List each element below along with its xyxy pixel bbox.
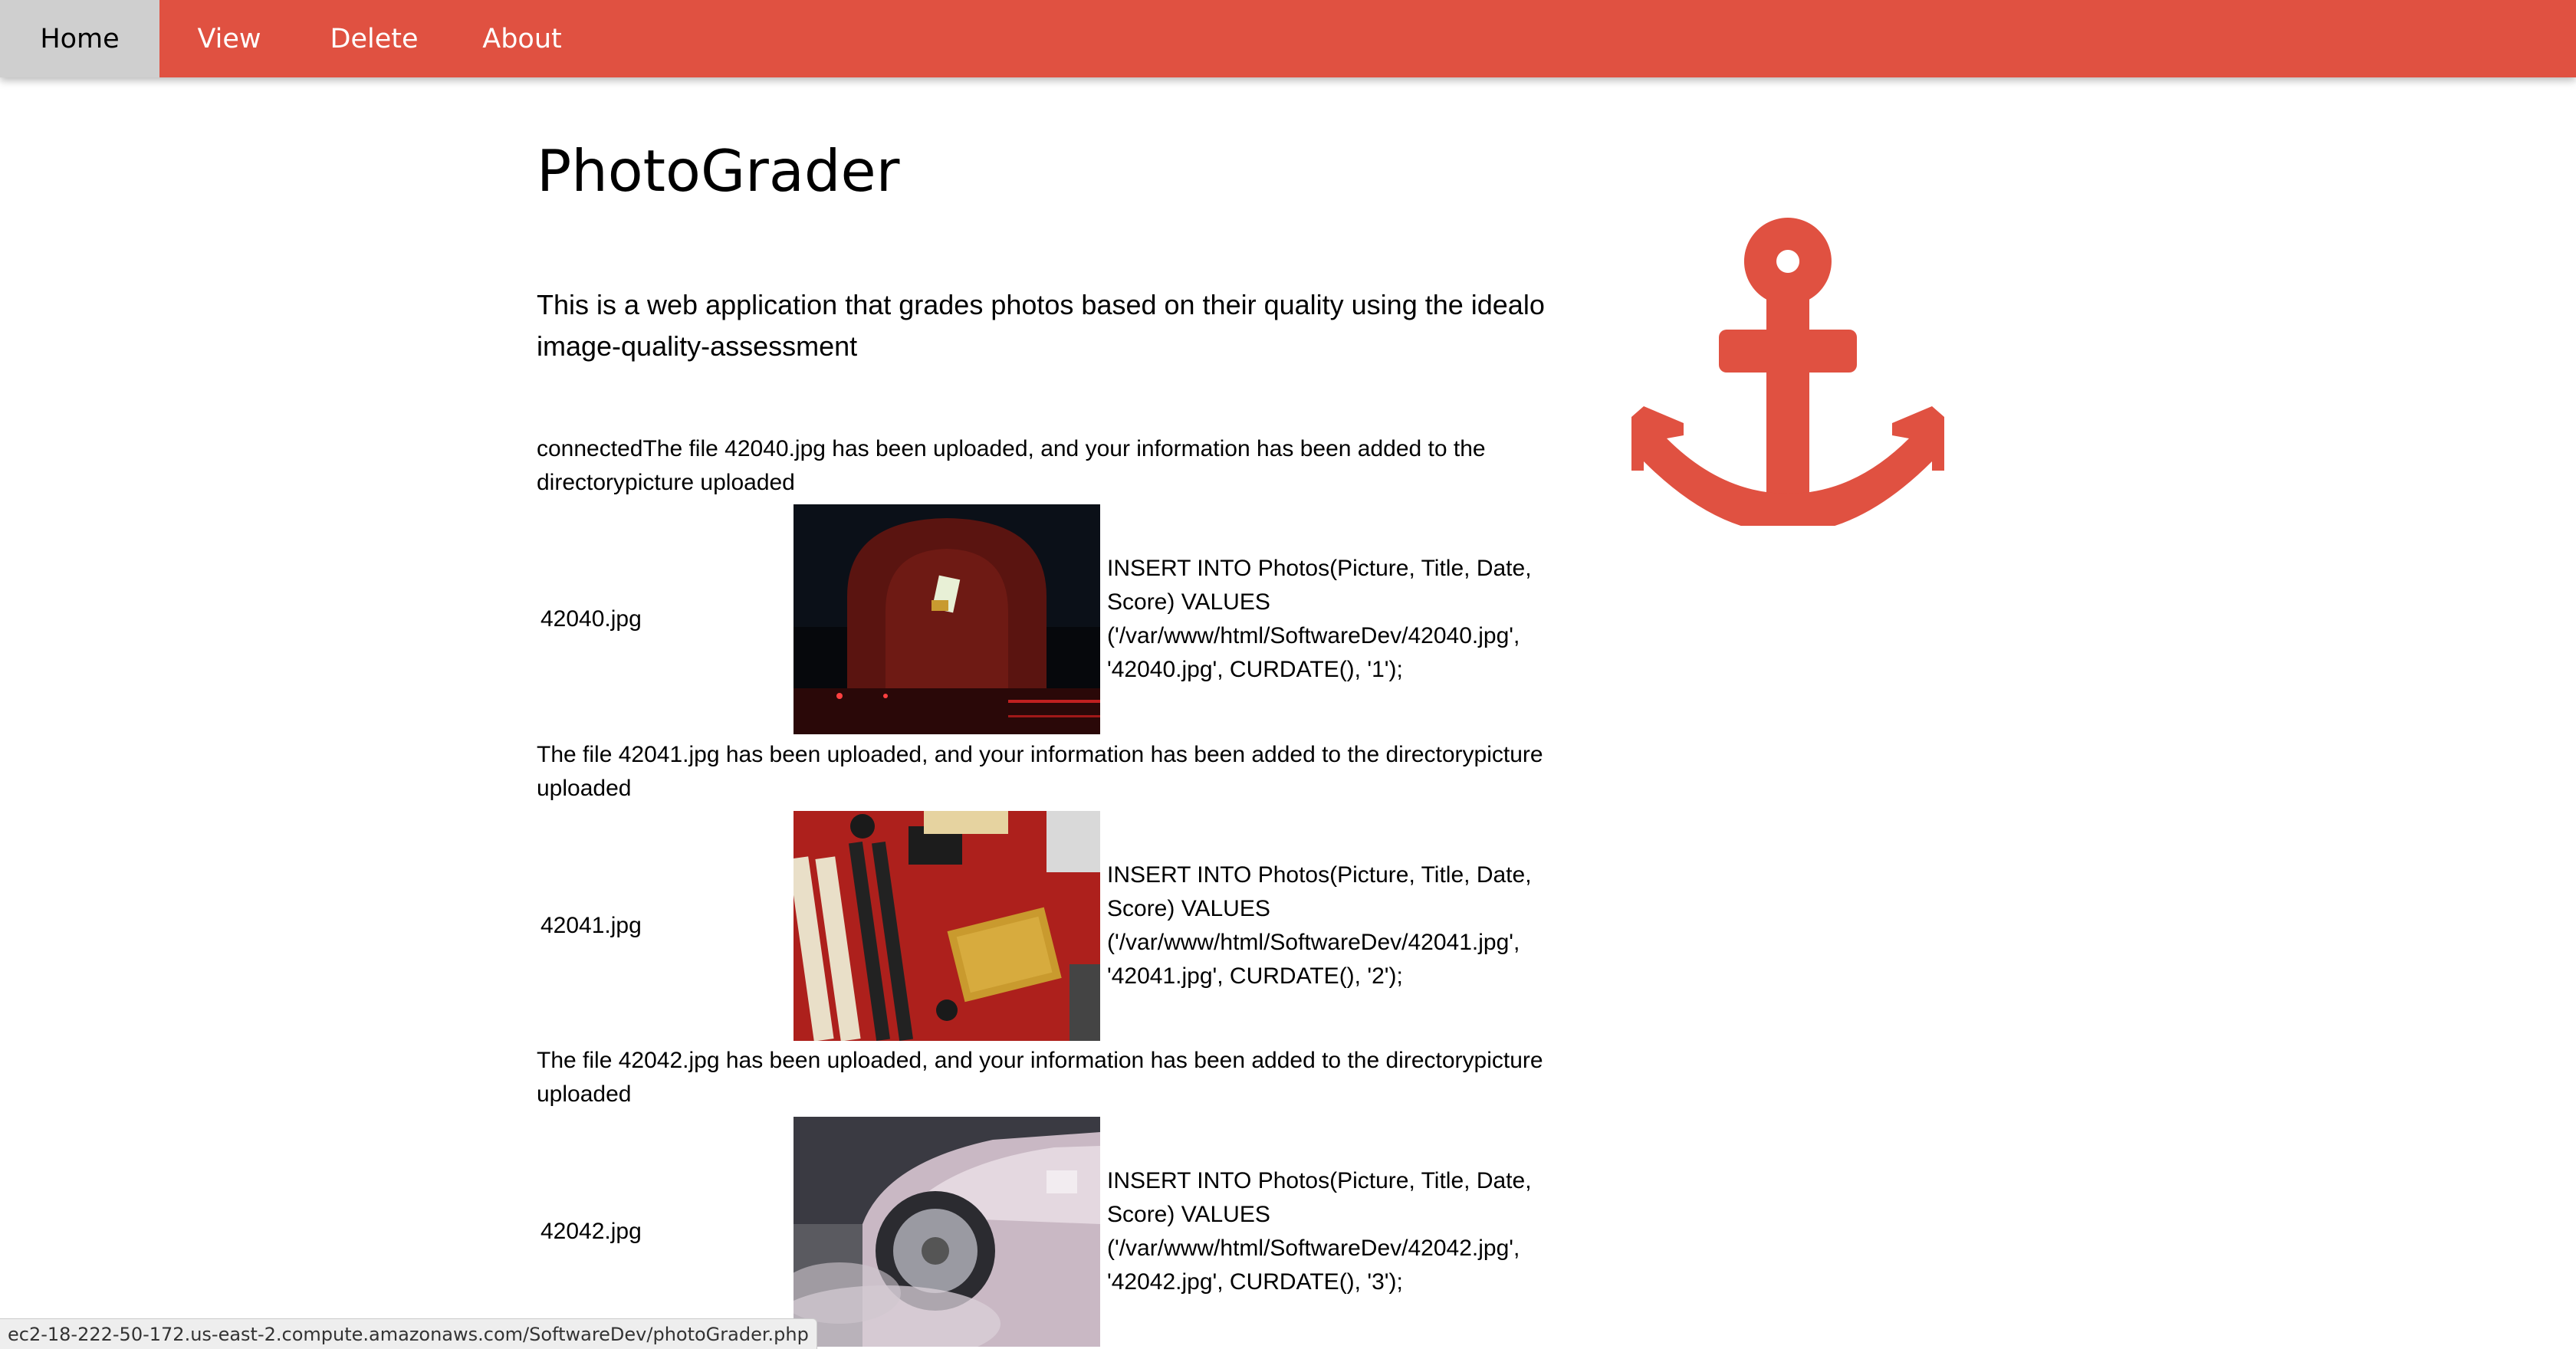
photo-row: 42040.jpg INSERT INTO Photos(Picture, Ti… <box>537 504 1564 734</box>
upload-message: connectedThe file 42040.jpg has been upl… <box>537 436 1486 495</box>
nav-home[interactable]: Home <box>0 0 159 77</box>
photo-thumbnail <box>794 1117 1100 1347</box>
nav-view[interactable]: View <box>159 0 299 77</box>
sql-line: INSERT INTO Photos(Picture, Title, Date, <box>1107 862 1532 888</box>
anchor-icon <box>1631 218 1944 533</box>
photo-filename: 42042.jpg <box>540 1219 642 1244</box>
sql-line: '42042.jpg', CURDATE(), '3'); <box>1107 1269 1403 1295</box>
photo-filename: 42041.jpg <box>540 913 642 938</box>
top-navbar: Home View Delete About <box>0 0 2576 77</box>
sql-line: Score) VALUES <box>1107 589 1270 615</box>
sql-line: INSERT INTO Photos(Picture, Title, Date, <box>1107 1168 1532 1193</box>
sql-line: ('/var/www/html/SoftwareDev/42041.jpg', <box>1107 930 1520 955</box>
sql-statement: INSERT INTO Photos(Picture, Title, Date,… <box>1107 504 1552 734</box>
sql-statement: INSERT INTO Photos(Picture, Title, Date,… <box>1107 811 1552 1041</box>
sql-line: INSERT INTO Photos(Picture, Title, Date, <box>1107 556 1532 581</box>
photo-filename: 42040.jpg <box>540 606 642 632</box>
sql-line: ('/var/www/html/SoftwareDev/42040.jpg', <box>1107 623 1520 648</box>
photo-thumbnail <box>794 504 1100 734</box>
photo-row: 42041.jpg INSERT INTO Photos(Picture, Ti… <box>537 811 1564 1041</box>
sql-line: ('/var/www/html/SoftwareDev/42042.jpg', <box>1107 1236 1520 1261</box>
sql-line: '42040.jpg', CURDATE(), '1'); <box>1107 657 1403 682</box>
page-title: PhotoGrader <box>537 137 900 205</box>
sql-line: Score) VALUES <box>1107 896 1270 921</box>
sql-line: Score) VALUES <box>1107 1202 1270 1227</box>
nav-delete[interactable]: Delete <box>299 0 449 77</box>
upload-message: The file 42042.jpg has been uploaded, an… <box>537 1048 1543 1107</box>
photo-thumbnail <box>794 811 1100 1041</box>
status-bar-url: ec2-18-222-50-172.us-east-2.compute.amaz… <box>0 1318 817 1349</box>
intro-text: This is a web application that grades ph… <box>537 289 1545 362</box>
nav-about[interactable]: About <box>449 0 595 77</box>
sql-line: '42041.jpg', CURDATE(), '2'); <box>1107 963 1403 989</box>
photo-row: 42042.jpg INSERT INTO Photos(Picture, Ti… <box>537 1117 1564 1347</box>
sql-statement: INSERT INTO Photos(Picture, Title, Date,… <box>1107 1117 1552 1347</box>
upload-message: The file 42041.jpg has been uploaded, an… <box>537 742 1543 801</box>
